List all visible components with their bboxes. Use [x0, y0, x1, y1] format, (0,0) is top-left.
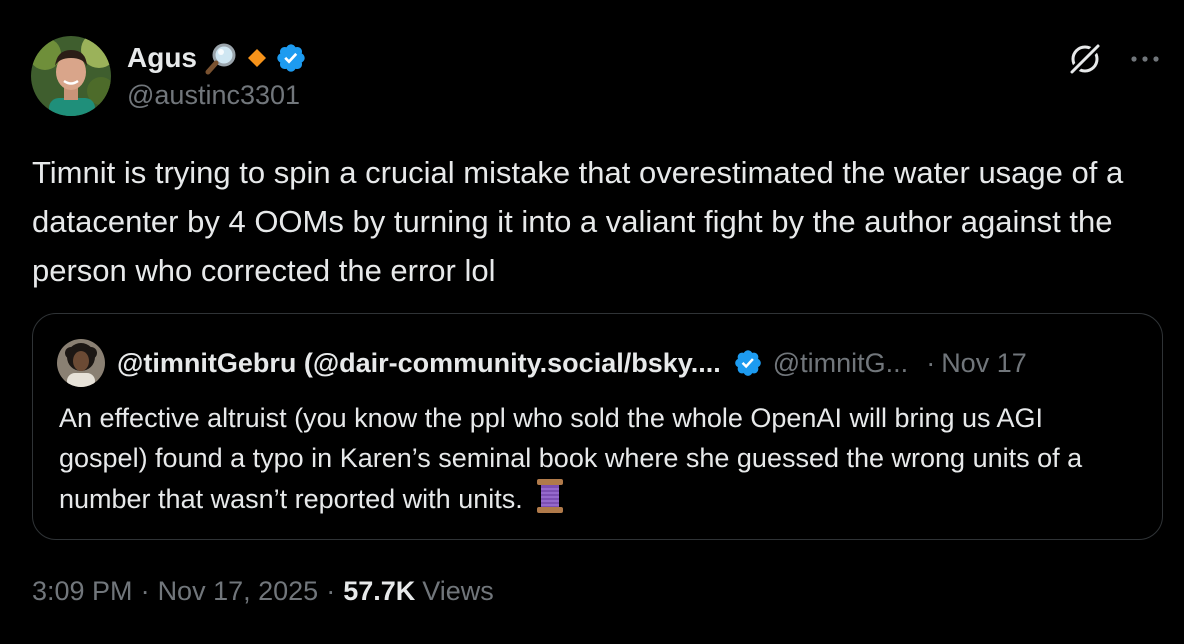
- quoted-tweet-card[interactable]: @timnitGebru (@dair-community.social/bsk…: [32, 313, 1163, 540]
- quoted-author-display-name[interactable]: @timnitGebru (@dair-community.social/bsk…: [117, 348, 721, 379]
- verified-badge-icon[interactable]: [733, 348, 763, 378]
- orange-diamond-icon: [247, 48, 267, 68]
- magnifying-glass-icon: [205, 41, 239, 75]
- views-label: Views: [422, 576, 494, 606]
- header-actions: [1066, 40, 1160, 78]
- separator-dot: ·: [926, 347, 936, 378]
- author-avatar[interactable]: [31, 36, 111, 116]
- tweet-text: Timnit is trying to spin a crucial mista…: [32, 155, 1124, 288]
- views-count[interactable]: 57.7K: [343, 576, 415, 607]
- verified-badge-icon[interactable]: [275, 42, 307, 74]
- author-handle[interactable]: @austinc3301: [127, 80, 300, 111]
- quoted-tweet-text-body: An effective altruist (you know the ppl …: [59, 403, 1083, 514]
- separator-dot: ·: [326, 576, 336, 606]
- more-icon[interactable]: [1130, 54, 1160, 64]
- tweet-meta: 3:09 PM · Nov 17, 2025 · 57.7K Views: [32, 576, 494, 607]
- quoted-tweet-text: An effective altruist (you know the ppl …: [59, 398, 1138, 525]
- quoted-tweet-header: @timnitGebru (@dair-community.social/bsk…: [57, 338, 1138, 388]
- tweet-detail: Agus @austinc3301 Timnit is trying to sp…: [0, 0, 1184, 644]
- grok-icon[interactable]: [1066, 40, 1104, 78]
- tweet-date[interactable]: Nov 17, 2025: [158, 576, 319, 607]
- thread-spool-icon: [534, 478, 566, 525]
- author-display-name[interactable]: Agus: [127, 42, 197, 74]
- quoted-author-handle[interactable]: @timnitG...: [773, 348, 908, 379]
- author-display-name-row[interactable]: Agus: [127, 40, 307, 76]
- tweet-time[interactable]: 3:09 PM: [32, 576, 133, 607]
- separator-dot: ·: [140, 576, 150, 606]
- quoted-tweet-date[interactable]: Nov 17: [941, 348, 1027, 379]
- quoted-author-avatar[interactable]: [57, 339, 105, 387]
